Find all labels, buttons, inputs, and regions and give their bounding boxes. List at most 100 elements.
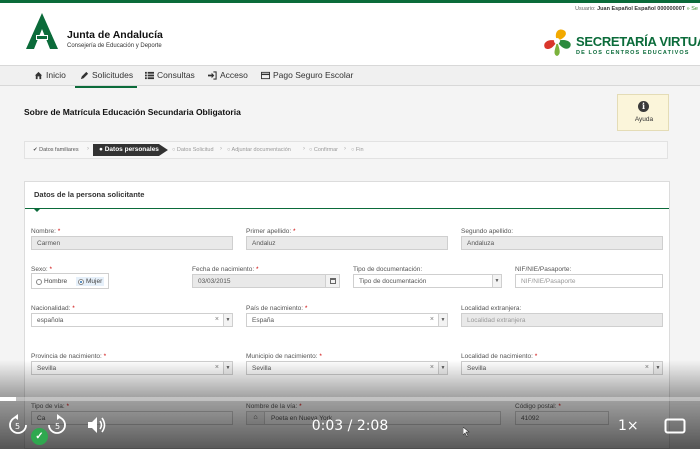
step-label: Datos Solicitud: [176, 147, 214, 153]
tipo-via-value: Ca: [37, 415, 46, 422]
main-nav: Inicio Solicitudes Consultas Acceso Pago…: [0, 65, 700, 88]
home-icon: [34, 71, 43, 79]
sign-in-icon: [208, 70, 217, 80]
tipo-via-label: Tipo de vía: *: [31, 403, 70, 410]
codigo-postal-field[interactable]: 41092: [515, 411, 609, 425]
localidad-nacimiento-select[interactable]: Sevilla × ▼: [461, 361, 663, 375]
localidad-nacimiento-label: Localidad de nacimiento: *: [461, 353, 538, 360]
panel-title: Datos de la persona solicitante: [34, 190, 145, 199]
list-icon: [145, 71, 154, 79]
fullscreen-icon[interactable]: [664, 418, 686, 434]
panel-notch: [33, 208, 41, 212]
step-confirmar[interactable]: ○ Confirmar: [309, 147, 338, 153]
nav-inicio[interactable]: Inicio: [34, 70, 66, 80]
tipo-documentacion-label: Tipo de documentación:: [353, 266, 423, 273]
localidad-extranjera-field[interactable]: Localidad extranjera: [461, 313, 663, 327]
service-subtitle: DE LOS CENTROS EDUCATIVOS: [576, 50, 690, 56]
help-button[interactable]: i Ayuda: [617, 94, 669, 131]
provincia-nacimiento-value: Sevilla: [37, 365, 57, 372]
clear-icon[interactable]: ×: [215, 316, 219, 323]
clear-icon[interactable]: ×: [645, 364, 649, 371]
panel-divider: [25, 208, 669, 209]
card-icon: [261, 71, 270, 79]
nav-pago-seguro[interactable]: Pago Seguro Escolar: [261, 70, 353, 80]
step-adjuntar-documentacion[interactable]: ○ Adjuntar documentación: [227, 147, 291, 153]
step-datos-familiares[interactable]: ✔ Datos familiares: [33, 147, 79, 153]
junta-logo-icon[interactable]: [22, 13, 62, 49]
nav-acceso[interactable]: Acceso: [208, 70, 248, 80]
radio-dot-selected: [78, 278, 84, 285]
step-separator-icon: ›: [344, 146, 346, 152]
current-time: 0:03: [311, 418, 344, 434]
mouse-cursor-icon: [463, 427, 470, 437]
step-label: Datos personales: [104, 146, 159, 153]
playback-rate-button[interactable]: 1×: [618, 418, 639, 434]
provincia-nacimiento-select[interactable]: Sevilla × ▼: [31, 361, 233, 375]
clear-icon[interactable]: ×: [215, 364, 219, 371]
calendar-icon[interactable]: [325, 275, 339, 287]
tipo-documentacion-select[interactable]: Tipo de documentación ▼: [353, 274, 502, 288]
user-bar-prefix: Usuario:: [575, 6, 596, 12]
pencil-icon: [80, 71, 89, 79]
nav-consultas-label: Consultas: [157, 70, 195, 80]
rewind-5-icon[interactable]: 5: [7, 414, 29, 436]
secretaria-virtual-logo-icon[interactable]: [540, 27, 574, 57]
progress-track[interactable]: [0, 397, 700, 401]
nombre-label: Nombre: *: [31, 228, 61, 235]
clear-icon[interactable]: ×: [430, 316, 434, 323]
step-fin[interactable]: ○ Fin: [351, 147, 364, 153]
segundo-apellido-label: Segundo apellido:: [461, 228, 514, 235]
step-label: Confirmar: [313, 147, 339, 153]
org-department: Consejería de Educación y Deporte: [67, 43, 162, 49]
sexo-label: Sexo: *: [31, 266, 52, 273]
logout-link[interactable]: » Se: [687, 6, 698, 12]
municipio-nacimiento-select[interactable]: Sevilla × ▼: [246, 361, 448, 375]
clear-icon[interactable]: ×: [430, 364, 434, 371]
nav-acceso-label: Acceso: [220, 70, 248, 80]
fecha-nacimiento-label: Fecha de nacimiento: *: [192, 266, 259, 273]
nav-pago-seguro-label: Pago Seguro Escolar: [273, 70, 354, 80]
sexo-mujer-radio[interactable]: Mujer: [76, 277, 105, 286]
fecha-nacimiento-value: 03/03/2015: [198, 278, 231, 285]
step-label: Adjuntar documentación: [231, 147, 291, 153]
segundo-apellido-field[interactable]: Andaluza: [461, 236, 663, 250]
step-datos-personales[interactable]: ● Datos personales: [93, 144, 168, 156]
chevron-down-icon: ▼: [223, 314, 232, 326]
pais-nacimiento-select[interactable]: España × ▼: [246, 313, 448, 327]
nif-field[interactable]: NIF/NIE/Pasaporte: [515, 274, 663, 288]
nav-solicitudes[interactable]: Solicitudes: [80, 70, 133, 80]
step-separator-icon: ›: [87, 146, 89, 152]
service-title: SECRETARÍA VIRTUAL: [576, 34, 700, 49]
page-title: Sobre de Matrícula Educación Secundaria …: [24, 107, 241, 117]
duration: 2:08: [356, 418, 389, 434]
codigo-postal-label: Código postal: *: [515, 403, 561, 410]
nacionalidad-select[interactable]: española × ▼: [31, 313, 233, 327]
chevron-down-icon: ▼: [492, 275, 501, 287]
nav-inicio-label: Inicio: [46, 70, 66, 80]
localidad-extranjera-label: Localidad extranjera:: [461, 305, 522, 312]
forward-5-icon[interactable]: 5: [46, 414, 68, 436]
nav-active-indicator: [75, 86, 137, 88]
time-separator: /: [347, 418, 353, 434]
volume-icon[interactable]: [87, 416, 107, 434]
provincia-nacimiento-label: Provincia de nacimiento: *: [31, 353, 107, 360]
help-label: Ayuda: [634, 116, 654, 123]
primer-apellido-field[interactable]: Andaluz: [246, 236, 448, 250]
progress-fill: [0, 397, 17, 401]
nacionalidad-value: española: [37, 317, 64, 324]
primer-apellido-label: Primer apellido: *: [246, 228, 296, 235]
sexo-hombre-radio[interactable]: Hombre: [36, 278, 67, 285]
time-display: 0:03 / 2:08: [300, 418, 400, 434]
fecha-nacimiento-field[interactable]: 03/03/2015: [192, 274, 340, 288]
nav-consultas[interactable]: Consultas: [145, 70, 195, 80]
info-icon: i: [638, 101, 649, 112]
nombre-field[interactable]: Carmen: [31, 236, 233, 250]
user-name[interactable]: Juan Español Español 00000000T: [597, 6, 685, 12]
localidad-nacimiento-value: Sevilla: [467, 365, 487, 372]
site-header: Usuario: Juan Español Español 00000000T …: [0, 3, 700, 65]
chevron-down-icon: ▼: [438, 362, 447, 374]
step-datos-solicitud[interactable]: ○ Datos Solicitud: [172, 147, 214, 153]
nombre-via-label: Nombre de la vía: *: [246, 403, 302, 410]
user-bar: Usuario: Juan Español Español 00000000T …: [575, 6, 698, 12]
radio-label: Mujer: [86, 278, 103, 285]
